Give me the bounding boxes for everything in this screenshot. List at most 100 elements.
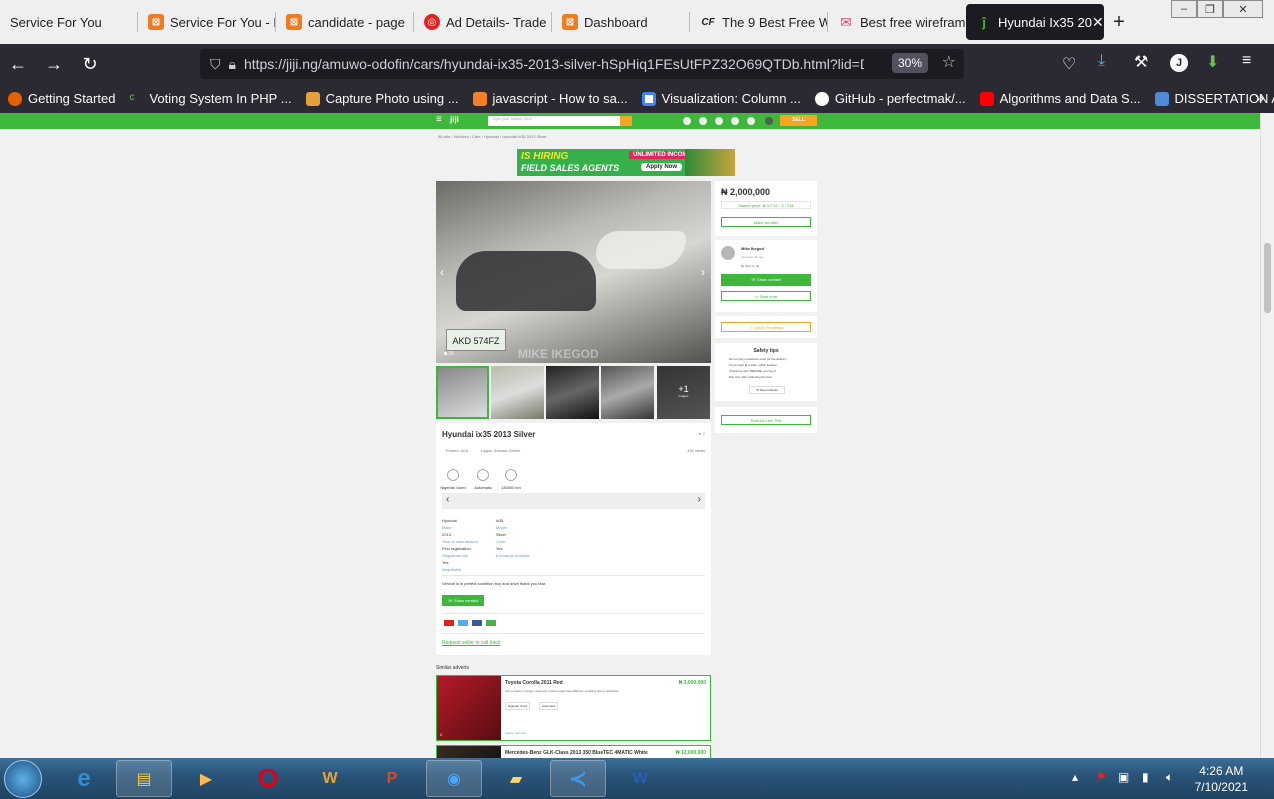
jiji-logo[interactable]: jiji <box>450 115 459 124</box>
download-icon[interactable]: ⤓ <box>1098 52 1105 70</box>
tab-service-for-you[interactable]: Service For You <box>0 0 138 44</box>
shield-icon[interactable]: ⛉ <box>210 56 221 73</box>
profile-avatar[interactable]: J <box>1170 54 1188 72</box>
device-icon[interactable]: ▣ <box>1118 770 1129 784</box>
more-bookmarks-icon[interactable]: » <box>1255 90 1264 108</box>
bookmark-voting-system[interactable]: c Voting System In PHP ... <box>129 91 291 106</box>
tab-best-free-wireframe[interactable]: ✉ Best free wirefram <box>828 0 966 44</box>
ads-icon[interactable] <box>731 117 739 125</box>
firefox-icon[interactable]: ◉ <box>426 760 482 797</box>
prev-image-icon[interactable]: ‹ <box>440 265 444 279</box>
bookmark-getting-started[interactable]: Getting Started <box>8 91 115 106</box>
hamburger-icon[interactable]: ≡ <box>436 114 442 125</box>
feature-carousel[interactable]: ‹ › <box>442 493 705 509</box>
opera-icon: ◎ <box>424 14 440 30</box>
breadcrumb[interactable]: All ads › Vehicles › Cars › Hyundai › Hy… <box>438 134 547 139</box>
network-icon[interactable]: ▮ <box>1142 770 1149 784</box>
share-facebook-icon[interactable] <box>472 620 482 626</box>
powerpoint-icon[interactable]: P <box>364 760 420 797</box>
url-bar[interactable]: ⛉ 🔒︎ https://jiji.ng/amuwo-odofin/cars/h… <box>200 49 964 79</box>
vscode-icon[interactable]: ≺ <box>550 760 606 797</box>
spec-value: 2013 <box>442 532 451 537</box>
flag-icon[interactable]: ⚑ <box>1096 770 1107 784</box>
stats-icon[interactable] <box>747 117 755 125</box>
notifications-icon[interactable] <box>715 117 723 125</box>
main-car-image[interactable]: AKD 574FZ ‹ › ◙ 16 MIKE IKEGOD <box>436 181 711 363</box>
post-ad-like-this-button[interactable]: Post Ad Like This <box>721 415 811 425</box>
close-window-button[interactable]: ✕ <box>1223 0 1263 18</box>
bookmark-javascript[interactable]: javascript - How to sa... <box>472 91 628 106</box>
start-chat-button[interactable]: ▭ Start chat <box>721 291 811 301</box>
thumbnail-2[interactable] <box>491 366 544 419</box>
menu-icon[interactable]: ≡ <box>1242 52 1251 70</box>
hiring-banner[interactable]: IS HIRING FIELD SALES AGENTS UNLIMITED I… <box>517 149 735 176</box>
page-scrollbar[interactable] <box>1260 113 1274 758</box>
internet-explorer-icon[interactable]: e <box>56 760 112 797</box>
file-explorer-icon[interactable]: ▤ <box>116 760 172 797</box>
bookmark-visualization[interactable]: Visualization: Column ... <box>641 91 801 106</box>
show-hidden-icons[interactable]: ▴ <box>1072 770 1078 784</box>
share-whatsapp-icon[interactable] <box>486 620 496 626</box>
save-ad-button[interactable]: ★ 2 <box>698 431 705 436</box>
seller-name[interactable]: Mike Ikegod <box>741 246 764 251</box>
carousel-next-icon[interactable]: › <box>698 494 701 505</box>
thumbnail-4[interactable] <box>601 366 654 419</box>
request-callback-link[interactable]: Request seller to call back <box>442 640 500 646</box>
browser-tab-bar: Service For You ⊠ Service For You - L ⊠ ca… <box>0 0 1274 44</box>
share-twitter-icon[interactable] <box>458 620 468 626</box>
volume-icon[interactable]: 🔈︎ <box>1166 770 1173 785</box>
messages-icon[interactable] <box>699 117 707 125</box>
similar-ad-card[interactable]: Mercedes-Benz GLK-Class 2013 350 BlueTEC… <box>436 745 711 758</box>
wrench-icon[interactable]: ⚒ <box>1134 52 1148 72</box>
tab-service-for-you-l[interactable]: ⊠ Service For You - L <box>138 0 276 44</box>
close-icon[interactable]: ✕ <box>1092 14 1104 31</box>
new-tab-button[interactable]: + <box>1104 11 1134 34</box>
bookmark-github[interactable]: GitHub - perfectmak/... <box>814 91 966 106</box>
tab-ad-details[interactable]: ◎ Ad Details- Trade <box>414 0 552 44</box>
reload-icon[interactable]: ↻ <box>72 54 108 75</box>
back-icon[interactable]: ← <box>0 54 36 75</box>
bookmark-icon[interactable] <box>683 117 691 125</box>
word-icon[interactable]: W <box>612 760 668 797</box>
wordpad-icon[interactable]: W <box>302 760 358 797</box>
start-button[interactable] <box>4 760 42 798</box>
thumbnail-more[interactable]: +1 images <box>657 366 710 419</box>
search-button[interactable] <box>620 116 632 126</box>
next-image-icon[interactable]: › <box>701 265 705 279</box>
pocket-icon[interactable]: ♡ <box>1062 54 1076 74</box>
tab-hyundai-ix35[interactable]: ĵ Hyundai Ix35 20 ✕ <box>966 4 1104 40</box>
show-contact-button-secondary[interactable]: ☏ Show contact <box>442 595 484 606</box>
tab-dashboard[interactable]: ⊠ Dashboard <box>552 0 690 44</box>
lock-icon[interactable]: 🔒︎ <box>229 56 236 73</box>
folder-icon[interactable]: ▰ <box>488 760 544 797</box>
url-text[interactable]: https://jiji.ng/amuwo-odofin/cars/hyunda… <box>244 56 864 72</box>
thumbnail-3[interactable] <box>546 366 599 419</box>
restore-button[interactable]: ❐ <box>1197 0 1223 18</box>
bookmark-capture-photo[interactable]: Capture Photo using ... <box>305 91 459 106</box>
show-contact-button[interactable]: ☏ Show contact <box>721 274 811 286</box>
tab-best-free-w[interactable]: CF The 9 Best Free W <box>690 0 828 44</box>
carousel-prev-icon[interactable]: ‹ <box>446 494 449 505</box>
search-input[interactable]: Type your search here <box>488 116 620 126</box>
system-clock[interactable]: 4:26 AM 7/10/2021 <box>1195 763 1248 795</box>
extension-icon[interactable]: ⬇ <box>1206 52 1219 72</box>
scrollbar-thumb[interactable] <box>1264 243 1271 313</box>
leave-feedback-button[interactable]: ☺ Leave Feedback <box>721 322 811 332</box>
media-player-icon[interactable]: ▶ <box>178 760 234 797</box>
bookmark-star-icon[interactable]: ☆ <box>942 52 956 72</box>
minimize-button[interactable]: ‒ <box>1171 0 1197 18</box>
make-offer-button[interactable]: Make an offer <box>721 217 811 227</box>
report-abuse-button[interactable]: ⚑ Report Abuse <box>749 386 785 394</box>
apply-now-button[interactable]: Apply Now <box>641 163 682 171</box>
share-pinterest-icon[interactable] <box>444 620 454 626</box>
thumbnail-1[interactable] <box>436 366 489 419</box>
bookmark-algorithms[interactable]: Algorithms and Data S... <box>979 91 1141 106</box>
user-avatar[interactable] <box>765 117 773 125</box>
forward-icon[interactable]: → <box>36 54 72 75</box>
tab-candidate-page[interactable]: ⊠ candidate - page <box>276 0 414 44</box>
similar-ad-card[interactable]: 2 Toyota Corolla 2011 Red ₦ 3,000,000 Ca… <box>436 675 711 741</box>
opera-icon[interactable]: O <box>240 760 296 797</box>
seller-avatar[interactable] <box>721 246 735 260</box>
zoom-level[interactable]: 30% <box>891 53 928 73</box>
sell-button[interactable]: SELL <box>780 115 817 126</box>
